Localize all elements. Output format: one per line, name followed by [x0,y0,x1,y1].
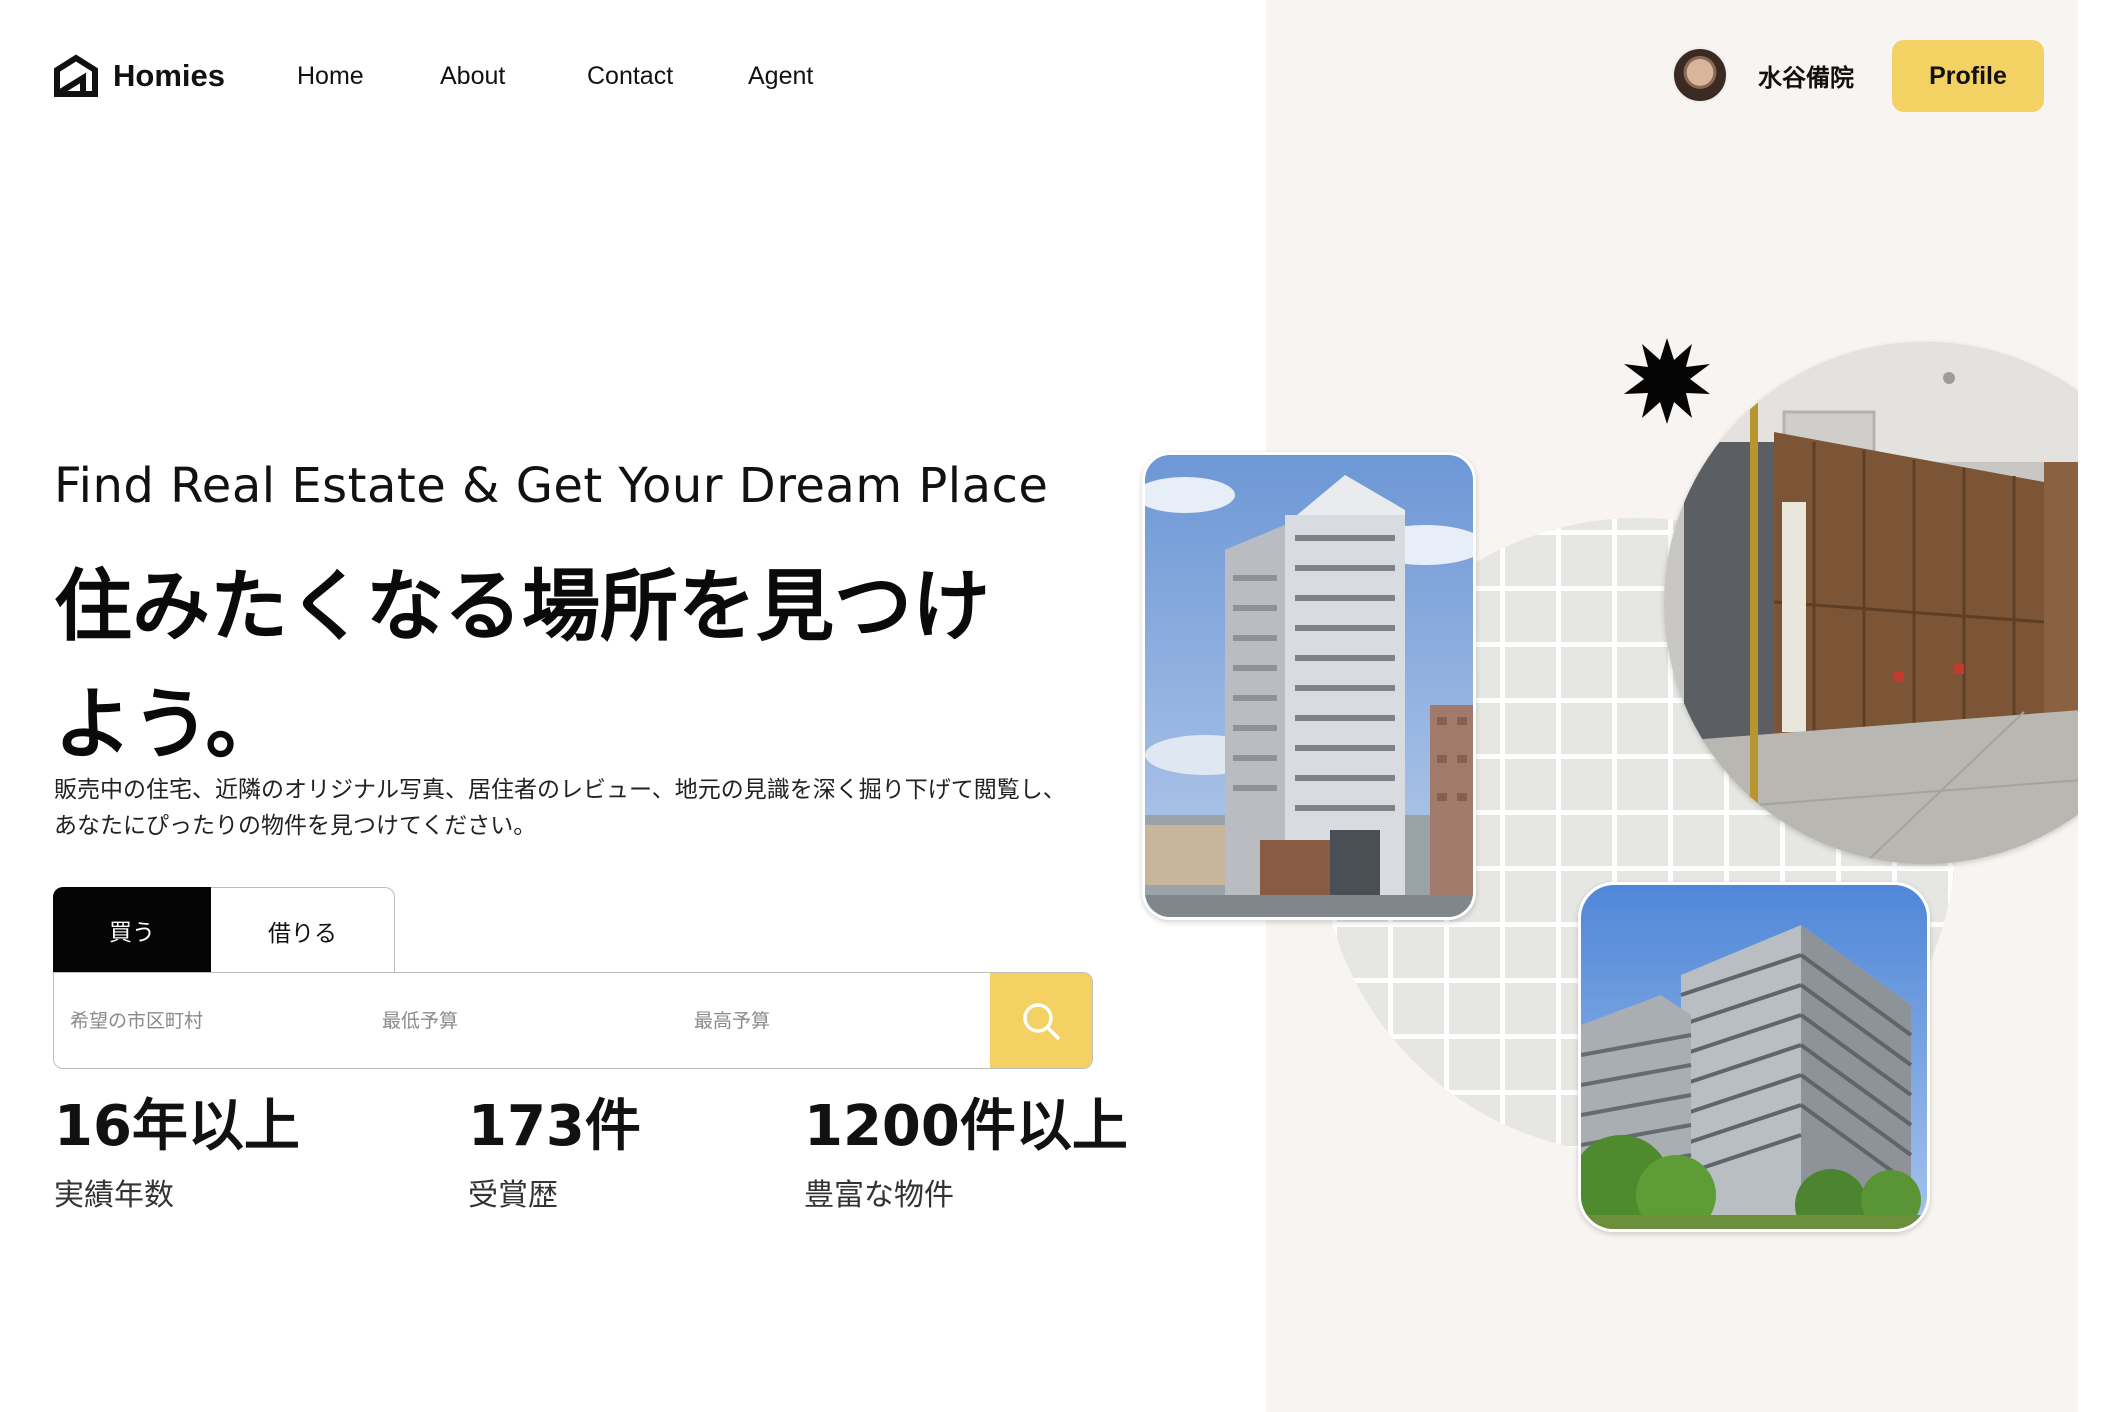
search-icon [1023,1002,1060,1040]
stat-label: 受賞歴 [468,1178,558,1213]
tab-buy[interactable]: 買う [53,887,211,973]
user-name: 水谷備院 [1758,63,1854,92]
search-button[interactable] [990,973,1092,1068]
hero-headline: 住みたくなる場所を見つけよう。 [54,562,991,770]
avatar[interactable] [1672,47,1728,103]
nav-contact[interactable]: Contact [587,62,673,91]
nav-agent[interactable]: Agent [748,62,813,91]
search-bar [53,972,1093,1069]
tab-rent[interactable]: 借りる [211,887,395,973]
house-logo-icon [54,54,98,97]
user-menu[interactable]: 水谷備院 [1672,47,1854,103]
profile-button[interactable]: Profile [1892,40,2044,112]
stat-properties: 1200件以上 豊富な物件 [804,1094,1128,1214]
nav-home[interactable]: Home [297,62,364,91]
stat-awards: 173件 受賞歴 [468,1094,641,1214]
brand-logo[interactable]: Homies [53,54,225,98]
min-budget-input[interactable] [366,973,678,1068]
hero-tagline: Find Real Estate & Get Your Dream Place [54,458,1049,514]
brand-name: Homies [113,58,225,93]
starburst-icon [1624,338,1710,424]
stat-value: 1200件以上 [804,1094,1128,1159]
max-budget-input[interactable] [678,973,990,1068]
building-illustration [1145,455,1473,917]
complex-illustration [1581,885,1927,1229]
search-mode-tabs: 買う 借りる [53,887,395,973]
stat-value: 173件 [468,1094,641,1159]
stat-label: 実績年数 [54,1178,174,1213]
location-input[interactable] [54,973,366,1068]
hero-description: 販売中の住宅、近隣のオリジナル写真、居住者のレビュー、地元の見識を深く掘り下げて… [54,777,1066,839]
stat-label: 豊富な物件 [804,1178,954,1213]
property-photo-tower[interactable] [1142,452,1476,920]
stat-value: 16年以上 [54,1094,300,1159]
property-photo-complex[interactable] [1578,882,1930,1232]
stat-years: 16年以上 実績年数 [54,1094,300,1214]
nav-about[interactable]: About [440,62,505,91]
